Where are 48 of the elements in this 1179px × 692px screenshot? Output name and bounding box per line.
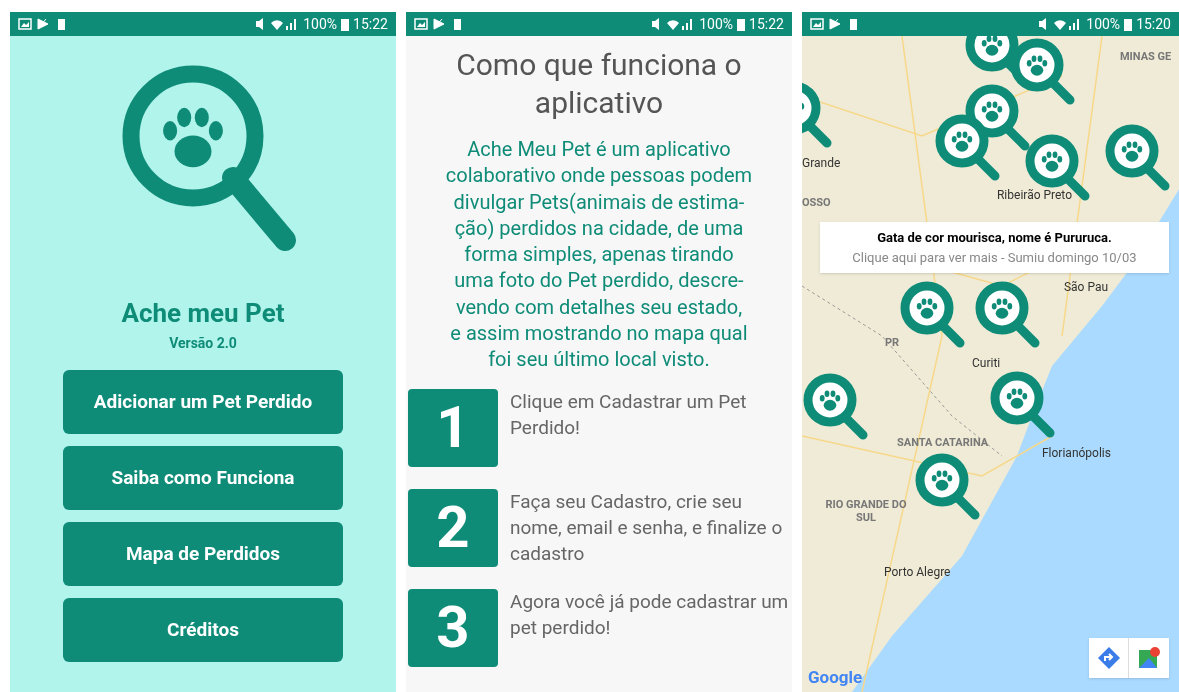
info-subtitle: Clique aqui para ver mais - Sumiu domingo 10/03 (852, 248, 1137, 267)
menu-button[interactable]: Mapa de Perdidos (63, 522, 343, 586)
map-label: Porto Alegre (883, 564, 951, 581)
map-label: MINAS GE (1119, 50, 1172, 63)
directions-icon (1097, 647, 1120, 669)
map-label: Curiti (971, 355, 1001, 372)
app-title: Ache meu Pet (121, 297, 285, 330)
paw-marker-icon (802, 373, 869, 441)
paw-marker-icon (914, 453, 981, 521)
map-label: Ribeirão Preto (996, 187, 1073, 204)
menu-button[interactable]: Adicionar um Pet Perdido (63, 370, 343, 434)
battery-percent: 100% (303, 14, 338, 34)
map-label: OSSO (801, 196, 831, 209)
paw-marker-icon (934, 114, 1001, 182)
paw-marker-icon (1104, 124, 1171, 192)
map-label: PR (884, 336, 900, 349)
step-number: 3 (408, 588, 498, 667)
battery-percent: 100% (1086, 14, 1121, 34)
map-label: Grande (801, 155, 841, 172)
battery-percent: 100% (699, 14, 734, 34)
paw-marker-icon (1009, 38, 1076, 106)
paw-marker-icon (989, 371, 1056, 439)
step-text: Agora você já pode cadastrar um pet perdido! (510, 588, 790, 641)
version-label: Versão 2.0 (169, 334, 237, 353)
menu-button[interactable]: Saiba como Funciona (63, 446, 343, 510)
battery-icon (341, 17, 350, 31)
info-window[interactable]: Gata de cor mourisca, nome é Pururuca. Clique aqui para ver mais - Sumiu domingo 10/03 (819, 222, 1169, 273)
map-label: Florianópolis (1041, 445, 1111, 462)
step-number: 2 (408, 488, 498, 567)
clock: 15:20 (1136, 14, 1171, 34)
step-text: Clique em Cadastrar um Pet Perdido! (510, 388, 748, 441)
map-label: SANTA CATARINA (896, 436, 989, 449)
google-logo: Google (807, 665, 863, 689)
map-pin-icon (1137, 646, 1161, 670)
battery-icon (737, 17, 746, 31)
screen-title: Como que funciona o aplicativo (455, 46, 743, 122)
step-number: 1 (408, 388, 498, 467)
menu-button[interactable]: Créditos (63, 598, 343, 662)
paw-marker-icon (974, 281, 1041, 349)
paw-marker-icon (899, 281, 966, 349)
clock: 15:22 (353, 14, 388, 34)
battery-icon (1124, 17, 1133, 31)
map-label: RIO GRANDE DO SUL (824, 498, 908, 524)
info-title: Gata de cor mourisca, nome é Pururuca. (877, 229, 1112, 247)
step-text: Faça seu Cadastro, crie seu nome, email e senha, e finalize o cadastro (510, 488, 784, 567)
description-text: Ache Meu Pet é um aplicativo colaborativo onde pessoas podem divulgar Pets(animais de estima- ção) perdidos na cidade, de uma forma simples, apenas tirando uma foto do Pet perdido, descre- vendo com detalhes seu estado, e assim mostrando no mapa qual foi seu último local visto. (444, 136, 754, 373)
clock: 15:22 (749, 14, 784, 34)
map-label: São Pau (1063, 279, 1109, 296)
